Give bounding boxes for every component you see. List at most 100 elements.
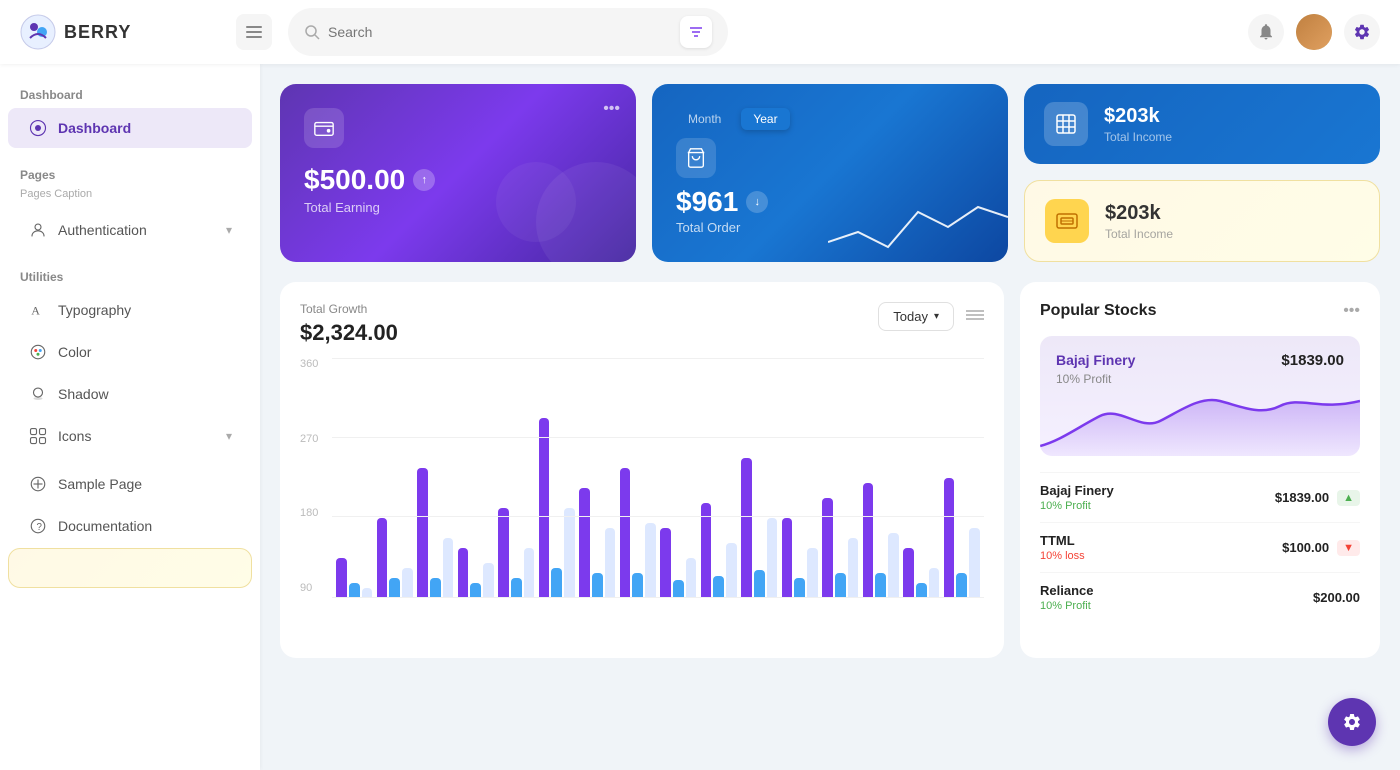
bar-group-15: [903, 548, 940, 598]
bar-group-3: [417, 468, 454, 598]
bottom-row: Total Growth $2,324.00 Today ▾: [280, 282, 1380, 658]
svg-text:?: ?: [37, 522, 43, 533]
bar-group-8: [620, 468, 657, 598]
chart-header: Total Growth $2,324.00 Today ▾: [300, 302, 984, 346]
card-earning-menu[interactable]: •••: [603, 100, 620, 118]
sample-label: Sample Page: [58, 476, 142, 492]
bar-group-10: [701, 503, 738, 598]
chart-menu-button[interactable]: [966, 308, 984, 326]
bar-group-7: [579, 488, 616, 598]
hamburger-chart-icon: [966, 309, 984, 321]
bar-group-4: [458, 548, 495, 598]
income-blue-info: $203k Total Income: [1104, 105, 1172, 144]
docs-label: Documentation: [58, 518, 152, 534]
auth-chevron: ▾: [226, 223, 232, 237]
chart-title-area: Total Growth $2,324.00: [300, 302, 398, 346]
sidebar-item-typography[interactable]: A Typography: [8, 290, 252, 330]
sidebar-item-shadow[interactable]: Shadow: [8, 374, 252, 414]
stock-row-ttml: TTML 10% loss $100.00 ▼: [1040, 522, 1360, 572]
card-earning: ••• $500.00 ↑ Total Earning: [280, 84, 636, 262]
settings-button[interactable]: [1344, 14, 1380, 50]
stock-ttml-right: $100.00 ▼: [1282, 540, 1360, 556]
typography-label: Typography: [58, 302, 131, 318]
income-yellow-info: $203k Total Income: [1105, 202, 1173, 241]
income-blue-label: Total Income: [1104, 130, 1172, 144]
filter-icon: [689, 25, 703, 39]
bag-icon: [685, 147, 707, 169]
sidebar: Dashboard Dashboard Pages Pages Caption …: [0, 64, 260, 770]
sidebar-item-authentication[interactable]: Authentication ▾: [8, 210, 252, 250]
docs-icon: ?: [28, 516, 48, 536]
sidebar-item-icons[interactable]: Icons ▾: [8, 416, 252, 456]
bar-chart: [332, 358, 984, 598]
order-card-icon: [676, 138, 716, 178]
search-bar: [288, 8, 728, 56]
income-yellow-icon: [1045, 199, 1089, 243]
gear-icon: [1353, 23, 1371, 41]
toggle-month[interactable]: Month: [676, 108, 733, 130]
income-blue-icon: [1044, 102, 1088, 146]
logo-icon: [20, 14, 56, 50]
sidebar-item-color[interactable]: Color: [8, 332, 252, 372]
search-input[interactable]: [328, 24, 672, 40]
cards-row: ••• $500.00 ↑ Total Earning Month: [280, 84, 1380, 262]
menu-button[interactable]: [236, 14, 272, 50]
bar-group-13: [822, 498, 859, 598]
color-icon: [28, 342, 48, 362]
avatar[interactable]: [1296, 14, 1332, 50]
stock-ttml-name: TTML: [1040, 533, 1085, 548]
fab-settings-icon: [1342, 712, 1362, 732]
bar-group-14: [863, 483, 900, 598]
earning-card-icon: [304, 108, 344, 148]
bar-group-2: [377, 518, 414, 598]
stock-reliance-name: Reliance: [1040, 583, 1093, 598]
stock-chart-area: Bajaj Finery 10% Profit $1839.00: [1040, 336, 1360, 456]
stocks-menu[interactable]: •••: [1343, 302, 1360, 320]
sidebar-item-docs[interactable]: ? Documentation: [8, 506, 252, 546]
fab-settings-button[interactable]: [1328, 698, 1376, 746]
icons-icon: [28, 426, 48, 446]
avatar-image: [1296, 14, 1332, 50]
notification-button[interactable]: [1248, 14, 1284, 50]
color-label: Color: [58, 344, 91, 360]
filter-button[interactable]: [680, 16, 712, 48]
dashboard-icon: [28, 118, 48, 138]
stock-ttml-profit: 10% loss: [1040, 550, 1085, 562]
icons-chevron: ▾: [226, 429, 232, 443]
today-button[interactable]: Today ▾: [878, 302, 954, 331]
sidebar-section-utilities: Utilities: [0, 262, 260, 288]
stock-area-chart: [1040, 376, 1360, 456]
chart-card: Total Growth $2,324.00 Today ▾: [280, 282, 1004, 658]
stock-bajaj-name: Bajaj Finery: [1040, 483, 1114, 498]
stock-featured-name: Bajaj Finery: [1056, 352, 1135, 368]
bar-group-11: [741, 458, 778, 598]
income-yellow-amount: $203k: [1105, 202, 1173, 225]
sparkline-chart: [828, 182, 1008, 262]
sidebar-pages-caption: Pages Caption: [0, 186, 260, 208]
icons-label: Icons: [58, 428, 91, 444]
stock-bajaj-badge: ▲: [1337, 490, 1360, 506]
topbar-right: [1248, 14, 1380, 50]
content-area: ••• $500.00 ↑ Total Earning Month: [260, 64, 1400, 770]
search-icon: [304, 24, 320, 40]
stock-bajaj-info: Bajaj Finery 10% Profit: [1040, 483, 1114, 512]
sidebar-item-sample[interactable]: Sample Page: [8, 464, 252, 504]
stock-bajaj-price: $1839.00: [1275, 490, 1329, 505]
dashboard-label: Dashboard: [58, 120, 131, 136]
bar-group-6: [539, 418, 576, 598]
wallet-icon: [313, 117, 335, 139]
bar-group-1: [336, 558, 373, 598]
stock-ttml-price: $100.00: [1282, 540, 1329, 555]
sample-icon: [28, 474, 48, 494]
sidebar-item-dashboard[interactable]: Dashboard: [8, 108, 252, 148]
stocks-header: Popular Stocks •••: [1040, 302, 1360, 320]
card-order: Month Year $961 ↓ Total Order: [652, 84, 1008, 262]
stock-bajaj-right: $1839.00 ▲: [1275, 490, 1360, 506]
stock-featured-price: $1839.00: [1281, 352, 1344, 369]
stock-row-reliance: Reliance 10% Profit $200.00: [1040, 572, 1360, 622]
stock-reliance-price: $200.00: [1313, 590, 1360, 605]
today-label: Today: [893, 309, 928, 324]
svg-text:A: A: [31, 304, 40, 318]
bell-icon: [1257, 23, 1275, 41]
toggle-year[interactable]: Year: [741, 108, 789, 130]
